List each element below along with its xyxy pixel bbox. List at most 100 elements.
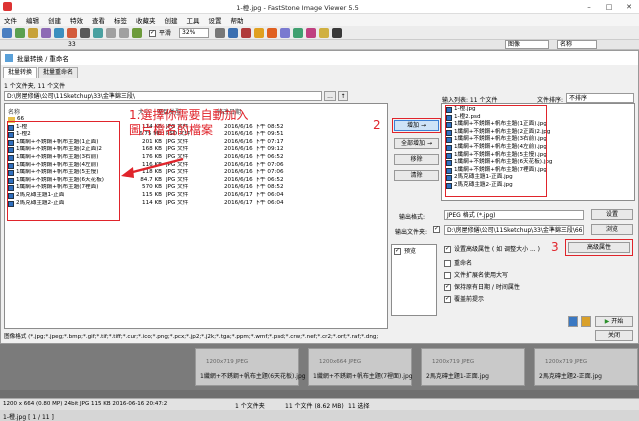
effects-icon[interactable] xyxy=(254,27,265,38)
opt-rename[interactable]: 重命名 xyxy=(444,258,472,267)
menu-item[interactable]: 查看 xyxy=(92,15,105,25)
tab-batch-convert[interactable]: 批量转换 xyxy=(3,67,38,78)
file-date: 2016/6/17 下午 06:04 xyxy=(224,191,284,198)
file-type: JPG 文件 xyxy=(166,138,189,145)
dialog-icon xyxy=(5,54,13,62)
close-icon[interactable]: ✕ xyxy=(619,3,639,11)
menu-item[interactable]: 帮助 xyxy=(231,15,244,25)
crop-icon[interactable] xyxy=(132,27,142,38)
menu-item[interactable]: 工具 xyxy=(187,15,200,25)
star-icon[interactable] xyxy=(319,27,330,38)
tab-batch-rename[interactable]: 批量重命名 xyxy=(38,67,79,78)
browse-icon[interactable] xyxy=(15,27,25,38)
slideshow-icon[interactable] xyxy=(41,27,51,38)
output-format-select[interactable]: JPEG 格式 (*.jpg) xyxy=(444,210,584,220)
add-button-highlight xyxy=(392,118,441,133)
file-date: 2016/6/16 下午 07:17 xyxy=(224,138,284,145)
output-folder-input[interactable]: D:\房屋修繕\公司\11Sketchup\33\金準錦三段\66 xyxy=(444,225,584,235)
menu-item[interactable]: 创建 xyxy=(48,15,61,25)
output-format-label: 输出格式: xyxy=(399,214,426,221)
batch-convert-dialog: 批量转换 / 重命名 批量转换 批量重命名 1 个文件夹, 11 个文件 D:\… xyxy=(0,50,639,344)
opt-ext-case[interactable]: 文件扩展名使用大写 xyxy=(444,270,508,279)
folder-up-icon[interactable]: ↑ xyxy=(338,91,348,101)
hand-icon[interactable] xyxy=(215,27,226,38)
smooth-checkbox[interactable]: 平滑 xyxy=(149,28,171,37)
fullscreen-icon[interactable] xyxy=(228,27,239,38)
menu-item[interactable]: 特效 xyxy=(70,15,83,25)
settings-icon[interactable] xyxy=(332,27,343,38)
email-icon[interactable] xyxy=(93,27,103,38)
clear-button[interactable]: 清除 xyxy=(394,170,439,181)
rotate-right-icon[interactable] xyxy=(119,27,129,38)
contact-sheet-icon[interactable] xyxy=(306,27,317,38)
folder-count: 1 个文件夹 xyxy=(235,403,265,410)
opt-advanced[interactable]: 设置高级属性 ( 如 调整大小 ... ) xyxy=(444,244,540,253)
output-browse-button[interactable]: 浏览 xyxy=(591,224,633,235)
filter-select[interactable]: 图像 xyxy=(505,40,549,49)
thumbnail[interactable]: 1200x719 JPEG 1纖網+不銹鋼+帆布主題(6天花板).jpg xyxy=(195,348,306,386)
output-folder-checkbox[interactable] xyxy=(433,225,440,233)
open-icon[interactable] xyxy=(2,27,12,38)
delete-icon[interactable] xyxy=(67,27,77,38)
status-bar: 1200 x 664 (0.80 MP) 24bit JPG 115 KB 20… xyxy=(0,398,639,410)
menu-item[interactable]: 收藏夹 xyxy=(136,15,156,25)
dialog-tabs: 批量转换 批量重命名 xyxy=(3,67,79,78)
save-settings-icon[interactable] xyxy=(581,316,591,327)
close-dialog-button[interactable]: 关闭 xyxy=(595,330,633,341)
menu-item[interactable]: 设置 xyxy=(209,15,222,25)
zoom-select[interactable]: 32% xyxy=(179,27,210,38)
thumbnail-caption: 1纖網+不銹鋼+帆布主題(7裡面).jpg xyxy=(313,373,413,380)
start-button[interactable]: ▶ 开始 xyxy=(595,316,633,327)
left-file-count: 1 个文件夹, 11 个文件 xyxy=(4,83,66,90)
thumbnail-meta: 1200x664 JPEG xyxy=(319,359,362,365)
maximize-icon[interactable]: □ xyxy=(599,3,619,11)
annotation-line-2: 圖片檔名的檔案 xyxy=(129,123,214,137)
file-size: 570 KB xyxy=(142,184,162,191)
file-count: 11 个文件 (8.62 MB) xyxy=(285,403,344,410)
preview-checkbox[interactable]: 预览 xyxy=(394,246,416,255)
thumbnail-meta: 1200x719 JPEG xyxy=(206,359,249,365)
compare-icon[interactable] xyxy=(280,27,291,38)
folder-icon[interactable] xyxy=(28,27,38,38)
thumbnail[interactable]: 1200x719 JPEG 2馬克磚主題2-正面.jpg xyxy=(534,348,638,386)
print-icon[interactable] xyxy=(80,27,90,38)
rotate-left-icon[interactable] xyxy=(106,27,116,38)
add-all-button[interactable]: 全部增加 → xyxy=(394,138,439,149)
file-size: 114 KB xyxy=(142,199,162,206)
dialog-title: 批量转换 / 重命名 xyxy=(17,55,69,63)
selected-count: 11 选择 xyxy=(348,403,370,410)
color-icon[interactable] xyxy=(241,27,252,38)
annotation-text: 1.選擇你需要自動加入 圖片檔名的檔案 xyxy=(129,108,248,138)
opt-overwrite[interactable]: 覆盖前提示 xyxy=(444,294,484,303)
col-name[interactable]: 名称 xyxy=(8,107,20,116)
app-title: 1-橙.jpg - FastStone Image Viewer 5.5 xyxy=(236,3,359,12)
sort-select[interactable]: 名称 xyxy=(557,40,597,49)
file-date: 2016/6/16 下午 07:06 xyxy=(224,169,284,176)
resize-icon[interactable] xyxy=(293,27,304,38)
menu-item[interactable]: 标签 xyxy=(114,15,127,25)
thumbnail-caption: 2馬克磚主題1-正面.jpg xyxy=(426,373,489,380)
format-settings-button[interactable]: 设置 xyxy=(591,209,633,220)
minimize-icon[interactable]: – xyxy=(579,3,599,11)
help-icon[interactable] xyxy=(568,316,578,327)
save-icon[interactable] xyxy=(54,27,64,38)
path-input[interactable]: D:\房屋修繕\公司\11Sketchup\33\金準錦三段\ xyxy=(4,91,322,101)
path-browse-button[interactable]: ... xyxy=(324,91,336,101)
paint-icon[interactable] xyxy=(267,27,278,38)
filter-text: 图像格式 (*.jpg;*.jpeg;*.bmp;*.gif;*.tif;*.t… xyxy=(4,334,379,340)
file-date: 2016/6/16 下午 07:06 xyxy=(224,161,284,168)
opt-keep-date[interactable]: 保持原有日期 / 时间属性 xyxy=(444,282,520,291)
thumbnail-meta: 1200x719 JPEG xyxy=(545,359,588,365)
menu-item[interactable]: 文件 xyxy=(4,15,17,25)
menu-item[interactable]: 编辑 xyxy=(26,15,39,25)
remove-button[interactable]: 移除 xyxy=(394,154,439,165)
app-title-bar: 1-橙.jpg - FastStone Image Viewer 5.5 – □… xyxy=(0,0,639,14)
file-date: 2016/6/16 下午 06:52 xyxy=(224,176,284,183)
thumbnail[interactable]: 1200x664 JPEG 1纖網+不銹鋼+帆布主題(7裡面).jpg xyxy=(308,348,413,386)
thumbnail[interactable]: 1200x719 JPEG 2馬克磚主題1-正面.jpg xyxy=(421,348,525,386)
app-icon xyxy=(3,2,12,11)
dialog-title-bar: 批量转换 / 重命名 xyxy=(1,51,638,65)
sort-order-select[interactable]: 不排序 xyxy=(566,93,634,103)
thumbnail-caption: 2馬克磚主題2-正面.jpg xyxy=(539,373,602,380)
menu-item[interactable]: 创建 xyxy=(165,15,178,25)
